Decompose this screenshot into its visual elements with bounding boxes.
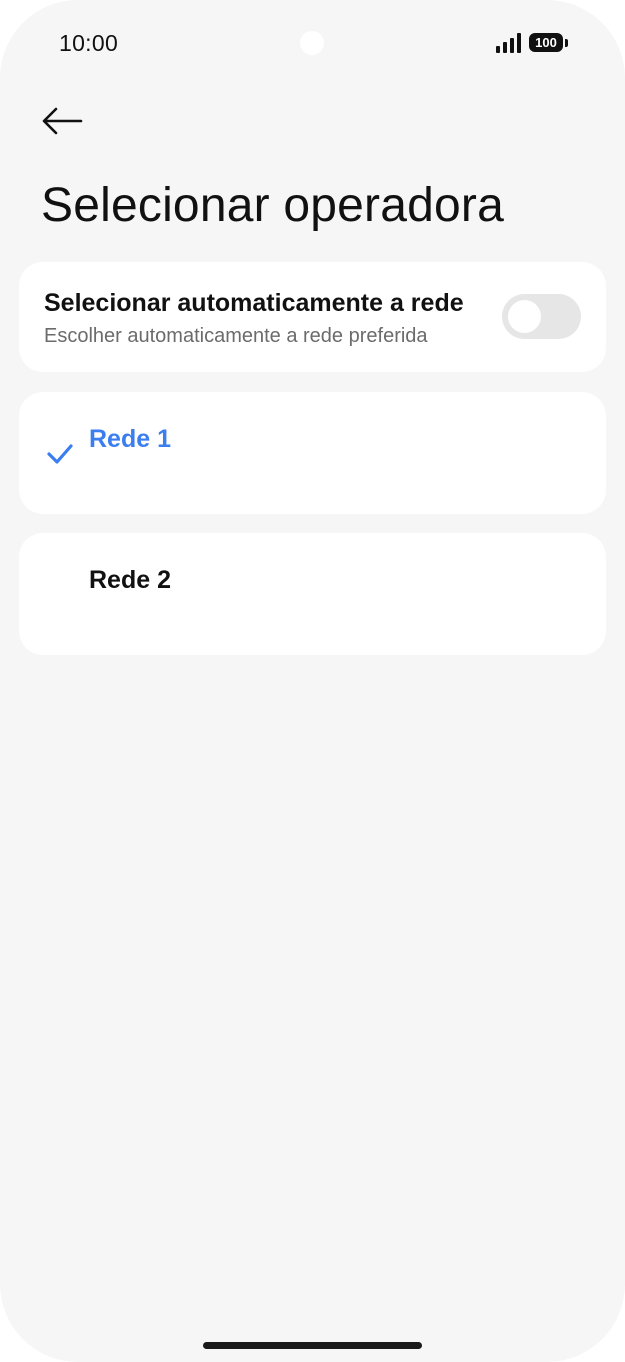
network-item-rede-1[interactable]: Rede 1 (19, 392, 606, 514)
toggle-knob (508, 300, 541, 333)
network-label: Rede 1 (89, 425, 171, 453)
status-time: 10:00 (59, 30, 119, 56)
network-item-rede-2[interactable]: Rede 2 (19, 533, 606, 655)
network-label: Rede 2 (89, 566, 171, 594)
home-indicator[interactable] (203, 1342, 422, 1349)
front-camera (300, 31, 324, 55)
arrow-left-icon (42, 107, 83, 135)
battery-icon: 100 (529, 33, 563, 52)
signal-icon (496, 33, 521, 53)
auto-select-toggle[interactable] (502, 294, 581, 339)
auto-select-card: Selecionar automaticamente a rede Escolh… (19, 262, 606, 372)
auto-select-subtitle: Escolher automaticamente a rede preferid… (44, 325, 428, 347)
back-button[interactable] (36, 98, 88, 144)
battery-tip (565, 39, 568, 47)
checkmark-icon (47, 444, 73, 464)
auto-select-title: Selecionar automaticamente a rede (44, 289, 464, 317)
phone-screen: 10:00 100 Selecionar operadora Seleciona… (0, 0, 625, 1362)
page-title: Selecionar operadora (41, 179, 504, 232)
